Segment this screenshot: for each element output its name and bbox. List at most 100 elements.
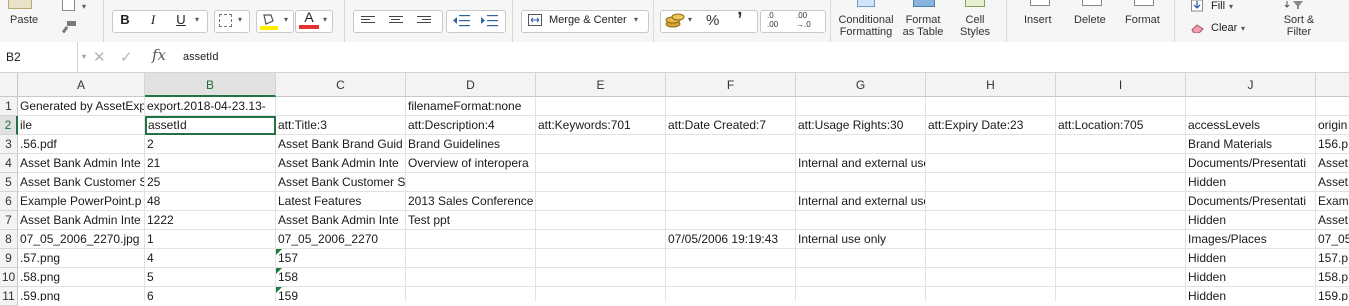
table-cell[interactable]: Asset Bank Brand Guid <box>276 135 406 154</box>
table-cell[interactable] <box>1186 97 1316 116</box>
name-box[interactable]: B2 <box>0 42 78 72</box>
conditional-formatting-icon[interactable] <box>857 0 875 7</box>
table-cell[interactable]: Asset Bank Customer S <box>18 173 145 192</box>
table-cell[interactable] <box>1056 249 1186 268</box>
select-all-corner[interactable] <box>0 73 18 97</box>
table-cell[interactable] <box>536 97 666 116</box>
table-cell[interactable]: ile <box>18 116 145 135</box>
insert-icon[interactable] <box>1030 0 1050 6</box>
table-cell[interactable] <box>796 287 926 301</box>
table-cell[interactable] <box>926 268 1056 287</box>
merge-center-dropdown-icon[interactable]: ▾ <box>634 15 638 24</box>
borders-dropdown-icon[interactable]: ▾ <box>238 15 242 24</box>
table-cell[interactable]: 5 <box>145 268 276 287</box>
table-cell[interactable]: Asset Bank Admin Inte <box>276 154 406 173</box>
table-cell[interactable] <box>926 97 1056 116</box>
table-cell[interactable]: filenameFormat:none <box>406 97 536 116</box>
increase-indent-icon[interactable] <box>480 14 498 27</box>
table-cell[interactable]: Brand Materials <box>1186 135 1316 154</box>
table-cell[interactable]: 07/05/2006 19:19:43 <box>666 230 796 249</box>
format-painter-icon[interactable] <box>61 21 76 34</box>
table-cell[interactable]: Internal use only <box>796 230 926 249</box>
borders-icon[interactable] <box>219 14 232 27</box>
column-header[interactable]: G <box>796 73 926 97</box>
fill-dropdown-icon[interactable]: ▾ <box>1229 2 1233 11</box>
table-cell[interactable]: att:Date Created:7 <box>666 116 796 135</box>
table-cell[interactable]: 2 <box>145 135 276 154</box>
comma-style-button[interactable]: ʼ <box>737 9 743 32</box>
table-cell[interactable]: export.2018-04-23.13- <box>145 97 276 116</box>
table-cell[interactable]: Asset Bank Admin Inte <box>18 211 145 230</box>
column-header[interactable]: D <box>406 73 536 97</box>
paste-button[interactable]: Paste <box>10 14 38 26</box>
table-cell[interactable]: Documents/Presentati <box>1186 154 1316 173</box>
table-cell[interactable]: .58.png <box>18 268 145 287</box>
row-header[interactable]: 4 <box>0 154 18 173</box>
table-cell[interactable]: .59.png <box>18 287 145 301</box>
table-cell[interactable]: att:Location:705 <box>1056 116 1186 135</box>
table-cell[interactable] <box>926 249 1056 268</box>
table-cell[interactable] <box>1056 192 1186 211</box>
table-cell[interactable] <box>1056 211 1186 230</box>
column-header[interactable]: A <box>18 73 145 97</box>
table-cell[interactable] <box>666 97 796 116</box>
table-cell[interactable] <box>666 211 796 230</box>
table-cell[interactable] <box>926 230 1056 249</box>
underline-dropdown-icon[interactable]: ▾ <box>195 15 199 24</box>
column-header[interactable]: B <box>145 73 276 97</box>
sort-filter-icon[interactable] <box>1284 0 1304 9</box>
table-cell[interactable] <box>666 249 796 268</box>
column-header[interactable] <box>1316 73 1349 97</box>
align-left-icon[interactable] <box>361 16 375 27</box>
paste-icon[interactable] <box>8 0 32 9</box>
copy-icon[interactable] <box>62 0 75 11</box>
table-cell[interactable] <box>796 173 926 192</box>
table-cell[interactable]: .56.pdf <box>18 135 145 154</box>
row-header[interactable]: 5 <box>0 173 18 192</box>
table-cell[interactable] <box>1056 268 1186 287</box>
row-header[interactable]: 7 <box>0 211 18 230</box>
fill-color-dropdown-icon[interactable]: ▾ <box>284 15 288 24</box>
table-cell[interactable] <box>536 287 666 301</box>
table-cell[interactable]: Latest Features <box>276 192 406 211</box>
table-cell[interactable] <box>796 135 926 154</box>
conditional-formatting-button[interactable]: Conditional Formatting <box>836 14 896 38</box>
table-cell[interactable]: att:Keywords:701 <box>536 116 666 135</box>
table-cell[interactable]: .57.png <box>18 249 145 268</box>
copy-dropdown-icon[interactable]: ▾ <box>82 2 86 11</box>
currency-dropdown-icon[interactable]: ▾ <box>688 15 692 24</box>
column-header[interactable]: E <box>536 73 666 97</box>
column-header[interactable]: C <box>276 73 406 97</box>
table-cell[interactable]: Exam <box>1316 192 1349 211</box>
table-cell[interactable]: Asset <box>1316 173 1349 192</box>
table-cell[interactable] <box>406 287 536 301</box>
sort-filter-button[interactable]: Sort & Filter <box>1274 14 1324 38</box>
clear-button[interactable]: Clear <box>1211 22 1237 34</box>
table-cell[interactable]: 07_05 <box>1316 230 1349 249</box>
table-cell[interactable]: 158.p <box>1316 268 1349 287</box>
table-cell[interactable]: Example PowerPoint.p <box>18 192 145 211</box>
merge-center-icon[interactable] <box>528 14 542 26</box>
table-cell[interactable] <box>666 287 796 301</box>
table-cell[interactable]: 07_05_2006_2270.jpg <box>18 230 145 249</box>
row-header[interactable]: 8 <box>0 230 18 249</box>
table-cell[interactable] <box>926 211 1056 230</box>
table-cell[interactable]: 6 <box>145 287 276 301</box>
table-cell[interactable] <box>926 154 1056 173</box>
table-cell[interactable] <box>1056 287 1186 301</box>
row-header[interactable]: 6 <box>0 192 18 211</box>
table-cell[interactable]: Asset Bank Admin Inte <box>18 154 145 173</box>
table-cell[interactable]: Asset <box>1316 154 1349 173</box>
table-cell[interactable]: att:Usage Rights:30 <box>796 116 926 135</box>
row-header[interactable]: 1 <box>0 97 18 116</box>
table-cell[interactable]: 1222 <box>145 211 276 230</box>
table-cell[interactable] <box>536 249 666 268</box>
table-cell[interactable] <box>536 154 666 173</box>
insert-button[interactable]: Insert <box>1024 14 1052 26</box>
underline-button[interactable]: U <box>169 10 193 31</box>
table-cell[interactable]: Internal and external use approved <box>796 192 926 211</box>
table-cell[interactable]: 156.p <box>1316 135 1349 154</box>
table-cell[interactable]: Test ppt <box>406 211 536 230</box>
table-cell[interactable]: Asset Bank Customer S <box>276 173 406 192</box>
table-cell[interactable] <box>796 249 926 268</box>
